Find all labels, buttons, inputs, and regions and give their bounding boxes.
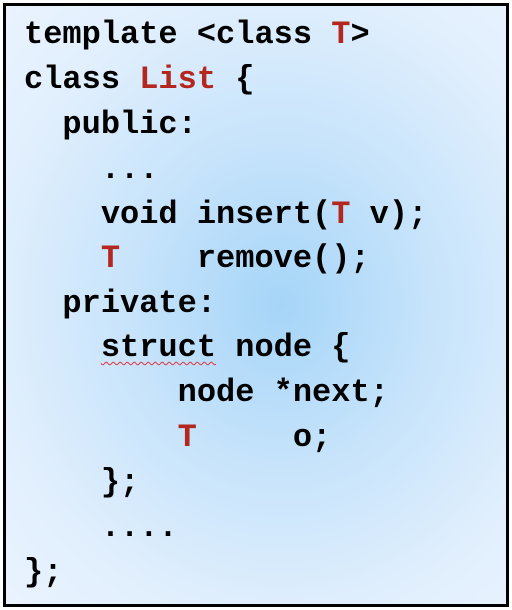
code-snippet-box: template <class T> class List { public: …: [3, 3, 509, 607]
code-text: v);: [350, 196, 428, 233]
code-text: >: [350, 16, 370, 53]
code-line-template: template <class T>: [24, 13, 370, 57]
class-name: List: [139, 61, 217, 98]
code-text: node {: [216, 329, 351, 366]
code-text: remove();: [120, 240, 370, 277]
spellcheck-flagged-word: struct: [100, 329, 217, 366]
code-text: node *next;: [24, 374, 389, 411]
code-text: ....: [24, 509, 178, 546]
code-text: {: [216, 61, 255, 98]
code-text: public:: [24, 106, 197, 143]
code-text: private:: [24, 285, 217, 322]
code-line-next-pointer: node *next;: [24, 371, 389, 415]
type-parameter: T: [100, 240, 121, 277]
code-text: o;: [196, 419, 332, 456]
code-line-ellipsis: ...: [24, 148, 159, 192]
code-text: class: [24, 61, 140, 98]
type-parameter: T: [177, 419, 197, 456]
code-text: void insert(: [24, 196, 332, 233]
code-text: };: [24, 464, 140, 501]
type-parameter: T: [331, 196, 351, 233]
code-text: ...: [24, 151, 159, 188]
code-line-struct-close: };: [24, 461, 139, 505]
type-parameter: T: [331, 16, 351, 53]
code-line-class-close: };: [24, 551, 62, 595]
code-line-member-o: T o;: [24, 416, 332, 460]
code-line-struct-node: struct node {: [24, 326, 351, 370]
code-line-private: private:: [24, 282, 216, 326]
code-text: template <class: [24, 16, 332, 53]
code-line-ellipsis-2: ....: [24, 506, 178, 550]
code-line-remove: T remove();: [24, 237, 370, 281]
code-line-class-list: class List {: [24, 58, 254, 102]
code-text: };: [24, 554, 63, 591]
code-line-insert: void insert(T v);: [24, 193, 427, 237]
code-line-public: public:: [24, 103, 197, 147]
